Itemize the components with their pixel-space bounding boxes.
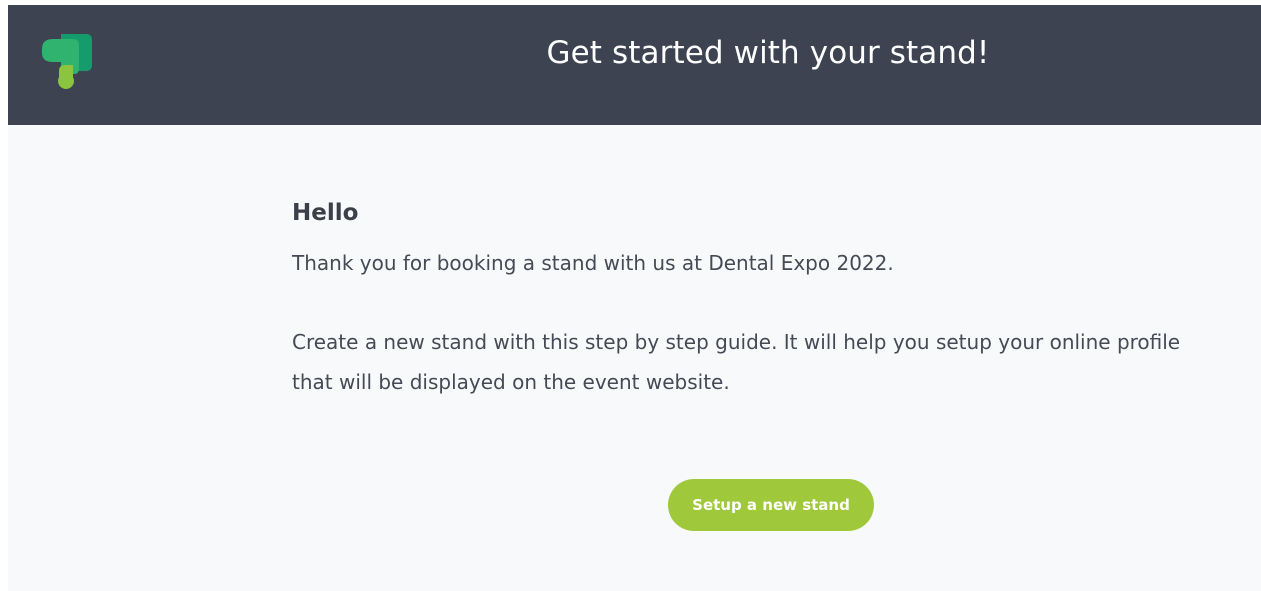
setup-new-stand-button[interactable]: Setup a new stand <box>668 479 874 531</box>
welcome-page: Get started with your stand! Hello Thank… <box>8 5 1261 591</box>
greeting-heading: Hello <box>292 200 359 226</box>
top-header: Get started with your stand! <box>8 5 1261 125</box>
brand-logo-icon <box>35 31 97 93</box>
setup-guide-text: Create a new stand with this step by ste… <box>292 330 1181 394</box>
welcome-message: Hello Thank you for booking a stand with… <box>292 200 1192 402</box>
booking-confirmation-text: Thank you for booking a stand with us at… <box>292 251 894 275</box>
page-title: Get started with your stand! <box>546 35 990 71</box>
